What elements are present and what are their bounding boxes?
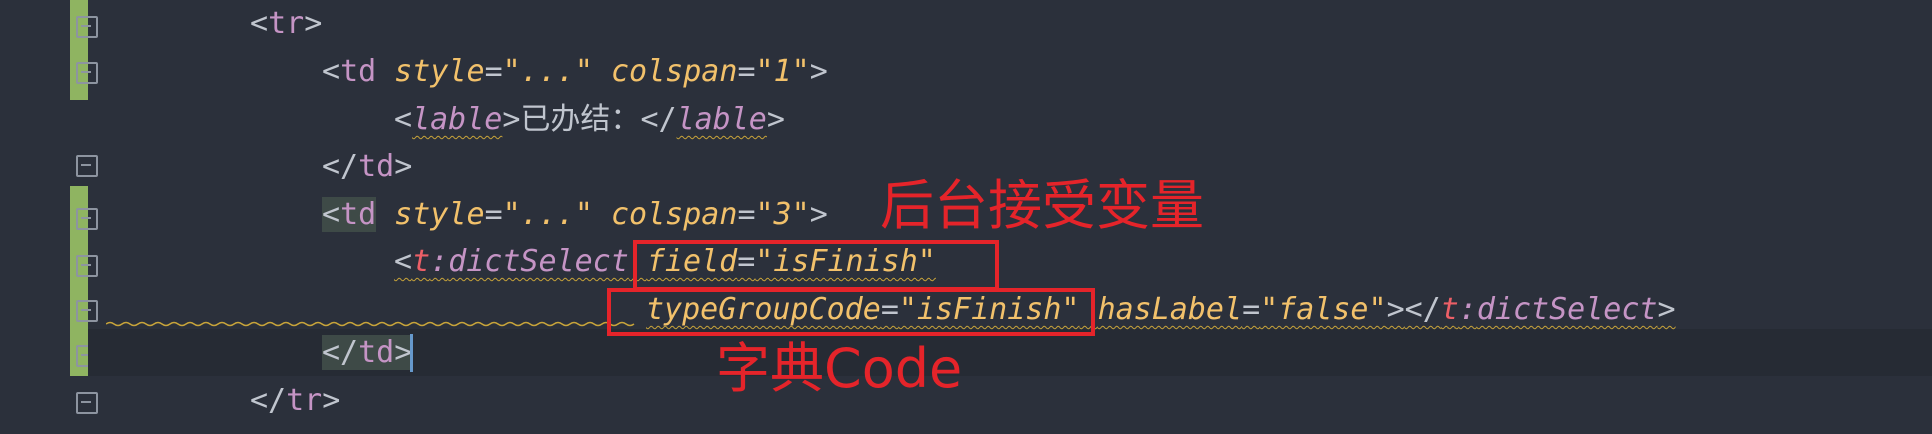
angle-bracket: > — [394, 149, 413, 184]
attribute-value: "3" — [755, 197, 810, 232]
label-text: 已办结： — [520, 102, 641, 137]
code-editor[interactable]: <tr> <td style="..." colspan="1"> <lable… — [0, 0, 1932, 434]
tag-name: tr — [268, 6, 305, 41]
code-line: </td> — [322, 147, 412, 187]
attribute-name: style — [394, 197, 485, 232]
colon: : — [430, 244, 449, 279]
attribute-value: "..." — [502, 54, 593, 89]
code-line: <td style="..." colspan="1"> — [322, 52, 828, 92]
namespace-prefix: t — [412, 244, 431, 279]
code-line: <lable>已办结：</lable> — [394, 100, 785, 140]
tag-name: lable — [676, 102, 767, 137]
annotation-box-typegroupcode — [607, 288, 1095, 336]
angle-bracket: > — [809, 197, 828, 232]
angle-bracket: < — [322, 54, 341, 89]
code-line: <td style="..." colspan="3"> — [322, 195, 828, 235]
tag-name: lable — [412, 102, 503, 137]
angle-bracket: < — [322, 197, 341, 232]
angle-bracket: > — [322, 383, 341, 418]
tag-name: tr — [286, 383, 323, 418]
angle-bracket: < — [394, 244, 413, 279]
code-line: </tr> — [250, 381, 340, 421]
angle-bracket: < — [394, 102, 413, 137]
attribute-name: colspan — [611, 54, 738, 89]
angle-bracket: </ — [640, 102, 677, 137]
annotation-dict-code: 字典Code — [716, 337, 963, 400]
angle-bracket: </ — [322, 149, 359, 184]
attribute-name: colspan — [611, 197, 738, 232]
fold-icon[interactable] — [76, 16, 98, 38]
text-cursor — [410, 334, 413, 372]
fold-icon[interactable] — [76, 62, 98, 84]
equals-sign: = — [737, 197, 756, 232]
attribute-value: "1" — [755, 54, 810, 89]
annotation-box-field — [633, 240, 999, 291]
angle-bracket: < — [250, 6, 269, 41]
fold-icon[interactable] — [76, 255, 98, 277]
fold-icon[interactable] — [76, 392, 98, 414]
tag-name: td — [358, 149, 395, 184]
angle-bracket: </ — [322, 335, 359, 370]
attribute-name: style — [394, 54, 485, 89]
equals-sign: = — [484, 197, 503, 232]
code-line: <tr> — [250, 4, 322, 44]
angle-bracket: > — [766, 102, 785, 137]
angle-bracket: > — [304, 6, 323, 41]
fold-icon[interactable] — [76, 155, 98, 177]
tag-name: td — [340, 197, 377, 232]
tag-name: td — [358, 335, 395, 370]
code-line: </td> — [322, 333, 413, 373]
angle-bracket: </ — [250, 383, 287, 418]
fold-icon[interactable] — [76, 208, 98, 230]
equals-sign: = — [484, 54, 503, 89]
tag-name: dictSelect — [448, 244, 629, 279]
attribute-value: "..." — [502, 197, 593, 232]
angle-bracket: > — [809, 54, 828, 89]
angle-bracket: > — [502, 102, 521, 137]
fold-icon[interactable] — [76, 300, 98, 322]
tag-name: td — [340, 54, 377, 89]
annotation-backend-variable: 后台接受变量 — [880, 174, 1204, 237]
equals-sign: = — [737, 54, 756, 89]
editor-gutter — [0, 0, 70, 434]
vcs-change-marker[interactable] — [70, 0, 88, 100]
